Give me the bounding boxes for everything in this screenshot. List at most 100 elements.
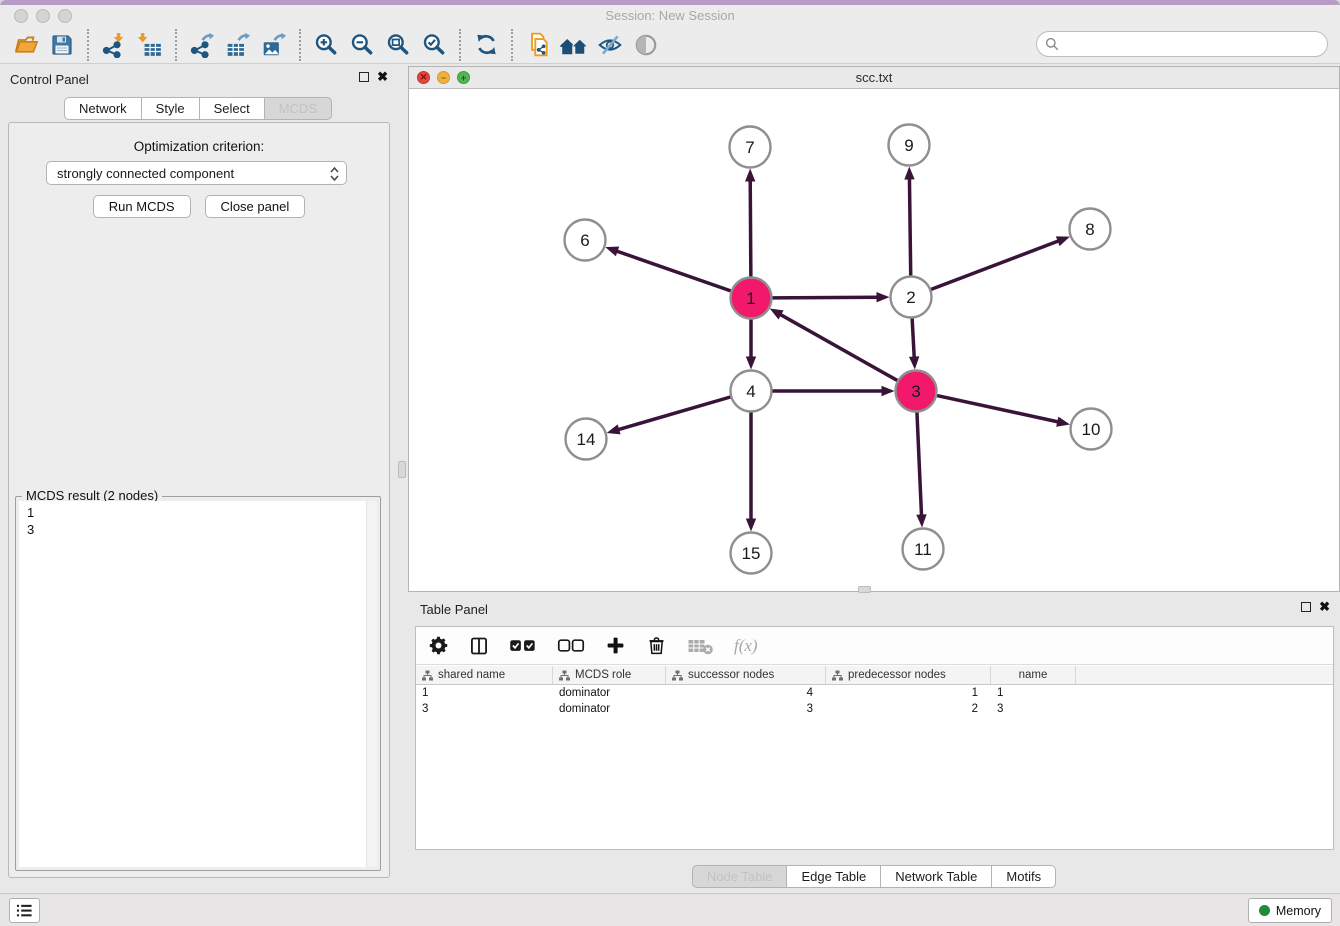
tab-network-table[interactable]: Network Table: [880, 865, 992, 888]
zoom-selected-button[interactable]: [416, 28, 452, 62]
panel-splitter-handle[interactable]: [398, 461, 406, 478]
export-image-button[interactable]: [256, 28, 292, 62]
tab-node-table[interactable]: Node Table: [692, 865, 788, 888]
edge-4-14[interactable]: [607, 397, 731, 434]
show-all-button[interactable]: [628, 28, 664, 62]
toolbar-separator: [87, 29, 89, 61]
zoom-in-button[interactable]: [308, 28, 344, 62]
table-splitter-handle[interactable]: [858, 586, 871, 593]
search-input[interactable]: [1036, 31, 1328, 57]
node-3[interactable]: 3: [896, 371, 937, 412]
node-14[interactable]: 14: [566, 419, 607, 460]
table-settings-button[interactable]: [428, 632, 449, 660]
duplicate-network-button[interactable]: [520, 28, 556, 62]
add-column-button[interactable]: [605, 632, 626, 660]
column-header-successor-nodes[interactable]: successor nodes: [666, 666, 826, 684]
application-window: Session: New Session: [0, 0, 1340, 926]
hide-selected-button[interactable]: [592, 28, 628, 62]
first-neighbors-button[interactable]: [556, 28, 592, 62]
edge-1-7[interactable]: [745, 168, 755, 276]
column-header-shared-name[interactable]: shared name: [416, 666, 553, 684]
column-header-mcds-role[interactable]: MCDS role: [553, 666, 666, 684]
float-panel-icon[interactable]: [359, 72, 369, 82]
tab-select[interactable]: Select: [199, 97, 265, 120]
duplicate-network-icon: [525, 32, 551, 58]
result-scrollbar[interactable]: [366, 501, 377, 867]
import-table-button[interactable]: [132, 28, 168, 62]
node-4[interactable]: 4: [731, 371, 772, 412]
zoom-out-button[interactable]: [344, 28, 380, 62]
node-table-container: f(x) shared nameMCDS rolesuccessor nodes…: [415, 626, 1334, 850]
close-panel-button[interactable]: Close panel: [205, 195, 306, 218]
mcds-tab-content: Optimization criterion: strongly connect…: [8, 122, 390, 878]
table-row[interactable]: 1dominator411: [416, 685, 1333, 701]
edge-3-10[interactable]: [937, 396, 1070, 427]
table-body: 1dominator4113dominator323: [416, 685, 1333, 717]
save-session-button[interactable]: [44, 28, 80, 62]
delete-table-button[interactable]: [687, 632, 714, 660]
column-type-icon: [672, 670, 683, 681]
network-canvas[interactable]: 7 9 6 8 1 2 4 3 14 10 15 11: [409, 89, 1339, 591]
deselect-all-rows-button[interactable]: [557, 632, 585, 660]
run-mcds-button[interactable]: Run MCDS: [93, 195, 191, 218]
tab-mcds[interactable]: MCDS: [264, 97, 332, 120]
node-1[interactable]: 1: [731, 278, 772, 319]
tab-network[interactable]: Network: [64, 97, 142, 120]
node-label: 11: [914, 540, 932, 559]
function-builder-button[interactable]: f(x): [734, 632, 758, 660]
tab-edge-table[interactable]: Edge Table: [786, 865, 881, 888]
criterion-dropdown[interactable]: strongly connected component: [46, 161, 347, 185]
refresh-button[interactable]: [468, 28, 504, 62]
tab-motifs[interactable]: Motifs: [991, 865, 1056, 888]
edge-4-15[interactable]: [746, 413, 756, 532]
node-10[interactable]: 10: [1071, 409, 1112, 450]
toolbar-separator: [299, 29, 301, 61]
node-7[interactable]: 7: [730, 127, 771, 168]
eye-slash-icon: [597, 32, 623, 58]
table-cell: dominator: [553, 687, 666, 699]
zoom-fit-icon: [385, 32, 411, 58]
node-8[interactable]: 8: [1070, 209, 1111, 250]
edge-2-8[interactable]: [931, 236, 1070, 289]
node-15[interactable]: 15: [731, 533, 772, 574]
table-row[interactable]: 3dominator323: [416, 701, 1333, 717]
edge-3-1[interactable]: [770, 309, 898, 381]
node-6[interactable]: 6: [565, 220, 606, 261]
column-header-name[interactable]: name: [991, 666, 1076, 684]
task-history-button[interactable]: [9, 898, 40, 923]
tab-style[interactable]: Style: [141, 97, 200, 120]
select-all-rows-button[interactable]: [509, 632, 537, 660]
edge-1-2[interactable]: [772, 292, 889, 302]
import-table-icon: [137, 32, 163, 58]
split-table-button[interactable]: [469, 632, 489, 660]
close-table-panel-icon[interactable]: ✖: [1319, 602, 1330, 612]
zoom-out-icon: [349, 32, 375, 58]
edge-3-11[interactable]: [916, 412, 926, 527]
edge-1-6[interactable]: [605, 246, 730, 290]
mcds-result-box: MCDS result (2 nodes) 1 3: [15, 496, 381, 871]
import-network-button[interactable]: [96, 28, 132, 62]
delete-column-button[interactable]: [646, 632, 667, 660]
save-floppy-icon: [50, 33, 74, 57]
network-window-title: scc.txt: [409, 70, 1339, 85]
node-9[interactable]: 9: [889, 125, 930, 166]
edge-2-9[interactable]: [904, 166, 914, 275]
export-table-icon: [225, 32, 251, 58]
table-cell: 1: [991, 687, 1076, 699]
float-table-panel-icon[interactable]: [1301, 602, 1311, 612]
edge-1-4[interactable]: [746, 320, 756, 370]
edge-4-3[interactable]: [773, 386, 895, 396]
export-network-button[interactable]: [184, 28, 220, 62]
node-11[interactable]: 11: [903, 529, 944, 570]
column-type-icon: [559, 670, 570, 681]
edge-2-3[interactable]: [909, 318, 919, 369]
mcds-result-textarea[interactable]: 1 3: [19, 501, 377, 867]
node-2[interactable]: 2: [891, 277, 932, 318]
open-session-button[interactable]: [8, 28, 44, 62]
zoom-fit-button[interactable]: [380, 28, 416, 62]
export-table-button[interactable]: [220, 28, 256, 62]
memory-button[interactable]: Memory: [1248, 898, 1332, 923]
close-panel-icon[interactable]: ✖: [377, 72, 388, 82]
column-header-predecessor-nodes[interactable]: predecessor nodes: [826, 666, 991, 684]
refresh-icon: [474, 32, 499, 57]
